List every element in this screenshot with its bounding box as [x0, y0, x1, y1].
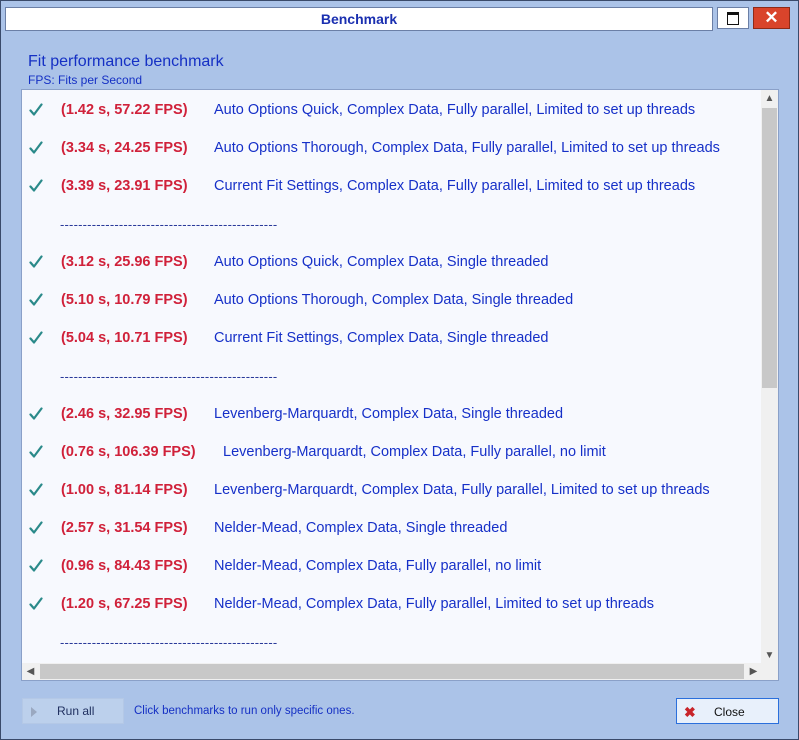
separator-row: ----------------------------------------… [22, 357, 762, 395]
benchmark-row[interactable]: (0.76 s, 106.39 FPS) Levenberg-Marquardt,… [22, 433, 762, 471]
benchmark-description: Auto Options Thorough, Complex Data, Ful… [214, 140, 720, 156]
benchmark-result: (0.76 s, 106.39 FPS) [61, 444, 196, 460]
checkmark-icon [29, 483, 43, 497]
checkmark-icon [29, 103, 43, 117]
benchmark-row[interactable]: (1.20 s, 67.25 FPS) Nelder-Mead, Complex … [22, 585, 762, 623]
close-label: Close [714, 705, 745, 719]
page-title: Fit performance benchmark [28, 53, 224, 70]
close-button[interactable]: ✖ Close [676, 698, 779, 724]
window-title: Benchmark [5, 7, 713, 31]
checkmark-icon [29, 407, 43, 421]
benchmark-description: Nelder-Mead, Complex Data, Fully paralle… [214, 558, 542, 574]
benchmark-result: (2.57 s, 31.54 FPS) [61, 520, 188, 536]
benchmark-row[interactable]: (2.57 s, 31.54 FPS) Nelder-Mead, Complex … [22, 509, 762, 547]
benchmark-description: Auto Options Thorough, Complex Data, Sin… [214, 292, 574, 308]
scroll-right-icon[interactable]: ▶ [745, 663, 762, 680]
benchmark-result: (5.04 s, 10.71 FPS) [61, 330, 188, 346]
benchmark-result: (2.46 s, 32.95 FPS) [61, 406, 188, 422]
hint-text: Click benchmarks to run only specific on… [134, 705, 355, 717]
benchmark-description: Nelder-Mead, Complex Data, Fully paralle… [214, 596, 655, 612]
vertical-scrollbar[interactable]: ▲ ▼ [761, 90, 778, 664]
horizontal-scroll-thumb[interactable] [40, 664, 744, 679]
benchmark-window: Benchmark ✕ Fit performance benchmark FP… [0, 0, 799, 740]
checkmark-icon [29, 597, 43, 611]
checkmark-icon [29, 559, 43, 573]
benchmark-result: (5.10 s, 10.79 FPS) [61, 292, 188, 308]
benchmark-description: Levenberg-Marquardt, Complex Data, Fully… [214, 482, 710, 498]
scroll-corner [761, 663, 778, 680]
checkmark-icon [29, 445, 43, 459]
checkmark-icon [29, 179, 43, 193]
checkmark-icon [29, 293, 43, 307]
benchmark-description: Nelder-Mead, Complex Data, Single thread… [214, 520, 508, 536]
benchmark-description: Levenberg-Marquardt, Complex Data, Fully… [223, 444, 606, 460]
benchmark-description: Auto Options Quick, Complex Data, Fully … [214, 102, 696, 118]
benchmark-row[interactable]: (0.96 s, 84.43 FPS) Nelder-Mead, Complex … [22, 547, 762, 585]
horizontal-scrollbar[interactable]: ◀ ▶ [22, 663, 762, 680]
play-icon [31, 707, 37, 717]
scroll-left-icon[interactable]: ◀ [22, 663, 39, 680]
run-all-button[interactable]: Run all [22, 698, 124, 724]
benchmark-row[interactable]: (5.04 s, 10.71 FPS) Current Fit Settings,… [22, 319, 762, 357]
benchmark-row[interactable]: (1.42 s, 57.22 FPS) Auto Options Quick, C… [22, 91, 762, 129]
benchmark-row[interactable]: (3.12 s, 25.96 FPS) Auto Options Quick, C… [22, 243, 762, 281]
benchmark-result: (3.12 s, 25.96 FPS) [61, 254, 188, 270]
checkmark-icon [29, 521, 43, 535]
benchmark-description: Current Fit Settings, Complex Data, Full… [214, 178, 696, 194]
benchmark-description: Auto Options Quick, Complex Data, Single… [214, 254, 549, 270]
separator-line: ----------------------------------------… [60, 634, 278, 650]
benchmark-result: (3.39 s, 23.91 FPS) [61, 178, 188, 194]
vertical-scroll-thumb[interactable] [762, 108, 777, 388]
benchmark-result: (1.42 s, 57.22 FPS) [61, 102, 188, 118]
scroll-up-icon[interactable]: ▲ [761, 90, 778, 107]
benchmark-description: Levenberg-Marquardt, Complex Data, Singl… [214, 406, 564, 422]
scroll-down-icon[interactable]: ▼ [761, 647, 778, 664]
separator-row: ----------------------------------------… [22, 623, 762, 661]
separator-row: ----------------------------------------… [22, 205, 762, 243]
benchmark-result: (1.00 s, 81.14 FPS) [61, 482, 188, 498]
separator-line: ----------------------------------------… [60, 368, 278, 384]
benchmark-description: Current Fit Settings, Complex Data, Sing… [214, 330, 549, 346]
benchmark-row[interactable]: (3.34 s, 24.25 FPS) Auto Options Thorough… [22, 129, 762, 167]
run-all-label: Run all [57, 704, 95, 718]
benchmark-row[interactable]: (1.00 s, 81.14 FPS) Levenberg-Marquardt, … [22, 471, 762, 509]
close-icon: ✕ [764, 8, 779, 27]
benchmark-result: (0.96 s, 84.43 FPS) [61, 558, 188, 574]
window-close-button[interactable]: ✕ [753, 7, 790, 29]
checkmark-icon [29, 141, 43, 155]
title-bar: Benchmark ✕ [5, 5, 790, 31]
checkmark-icon [29, 331, 43, 345]
benchmark-result: (3.34 s, 24.25 FPS) [61, 140, 188, 156]
benchmark-result: (1.20 s, 67.25 FPS) [61, 596, 188, 612]
page-subtitle: FPS: Fits per Second [28, 73, 143, 87]
benchmark-list[interactable]: (1.42 s, 57.22 FPS) Auto Options Quick, C… [21, 89, 779, 681]
maximize-button[interactable] [717, 7, 749, 29]
checkmark-icon [29, 255, 43, 269]
maximize-icon [727, 11, 739, 25]
close-x-icon: ✖ [684, 704, 696, 720]
benchmark-row[interactable]: (2.46 s, 32.95 FPS) Levenberg-Marquardt, … [22, 395, 762, 433]
separator-line: ----------------------------------------… [60, 216, 278, 232]
benchmark-row[interactable]: (5.10 s, 10.79 FPS) Auto Options Thorough… [22, 281, 762, 319]
benchmark-row[interactable]: (3.39 s, 23.91 FPS) Current Fit Settings,… [22, 167, 762, 205]
